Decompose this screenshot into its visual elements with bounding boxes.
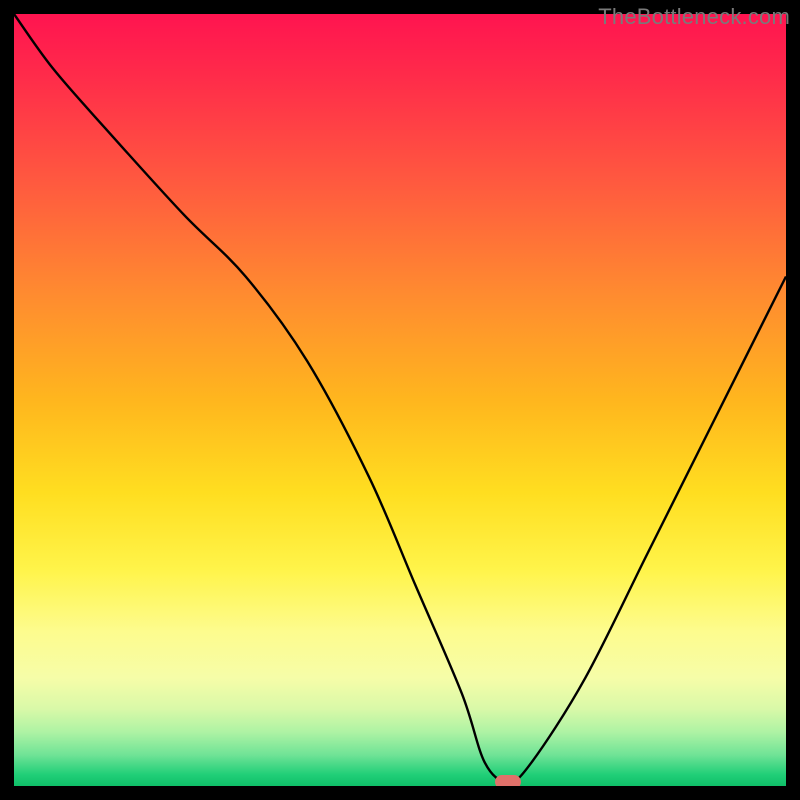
watermark-text: TheBottleneck.com bbox=[598, 4, 790, 30]
chart-frame: TheBottleneck.com bbox=[0, 0, 800, 800]
optimal-point-marker bbox=[495, 775, 521, 786]
plot-area bbox=[14, 14, 786, 786]
bottleneck-curve bbox=[14, 14, 786, 786]
